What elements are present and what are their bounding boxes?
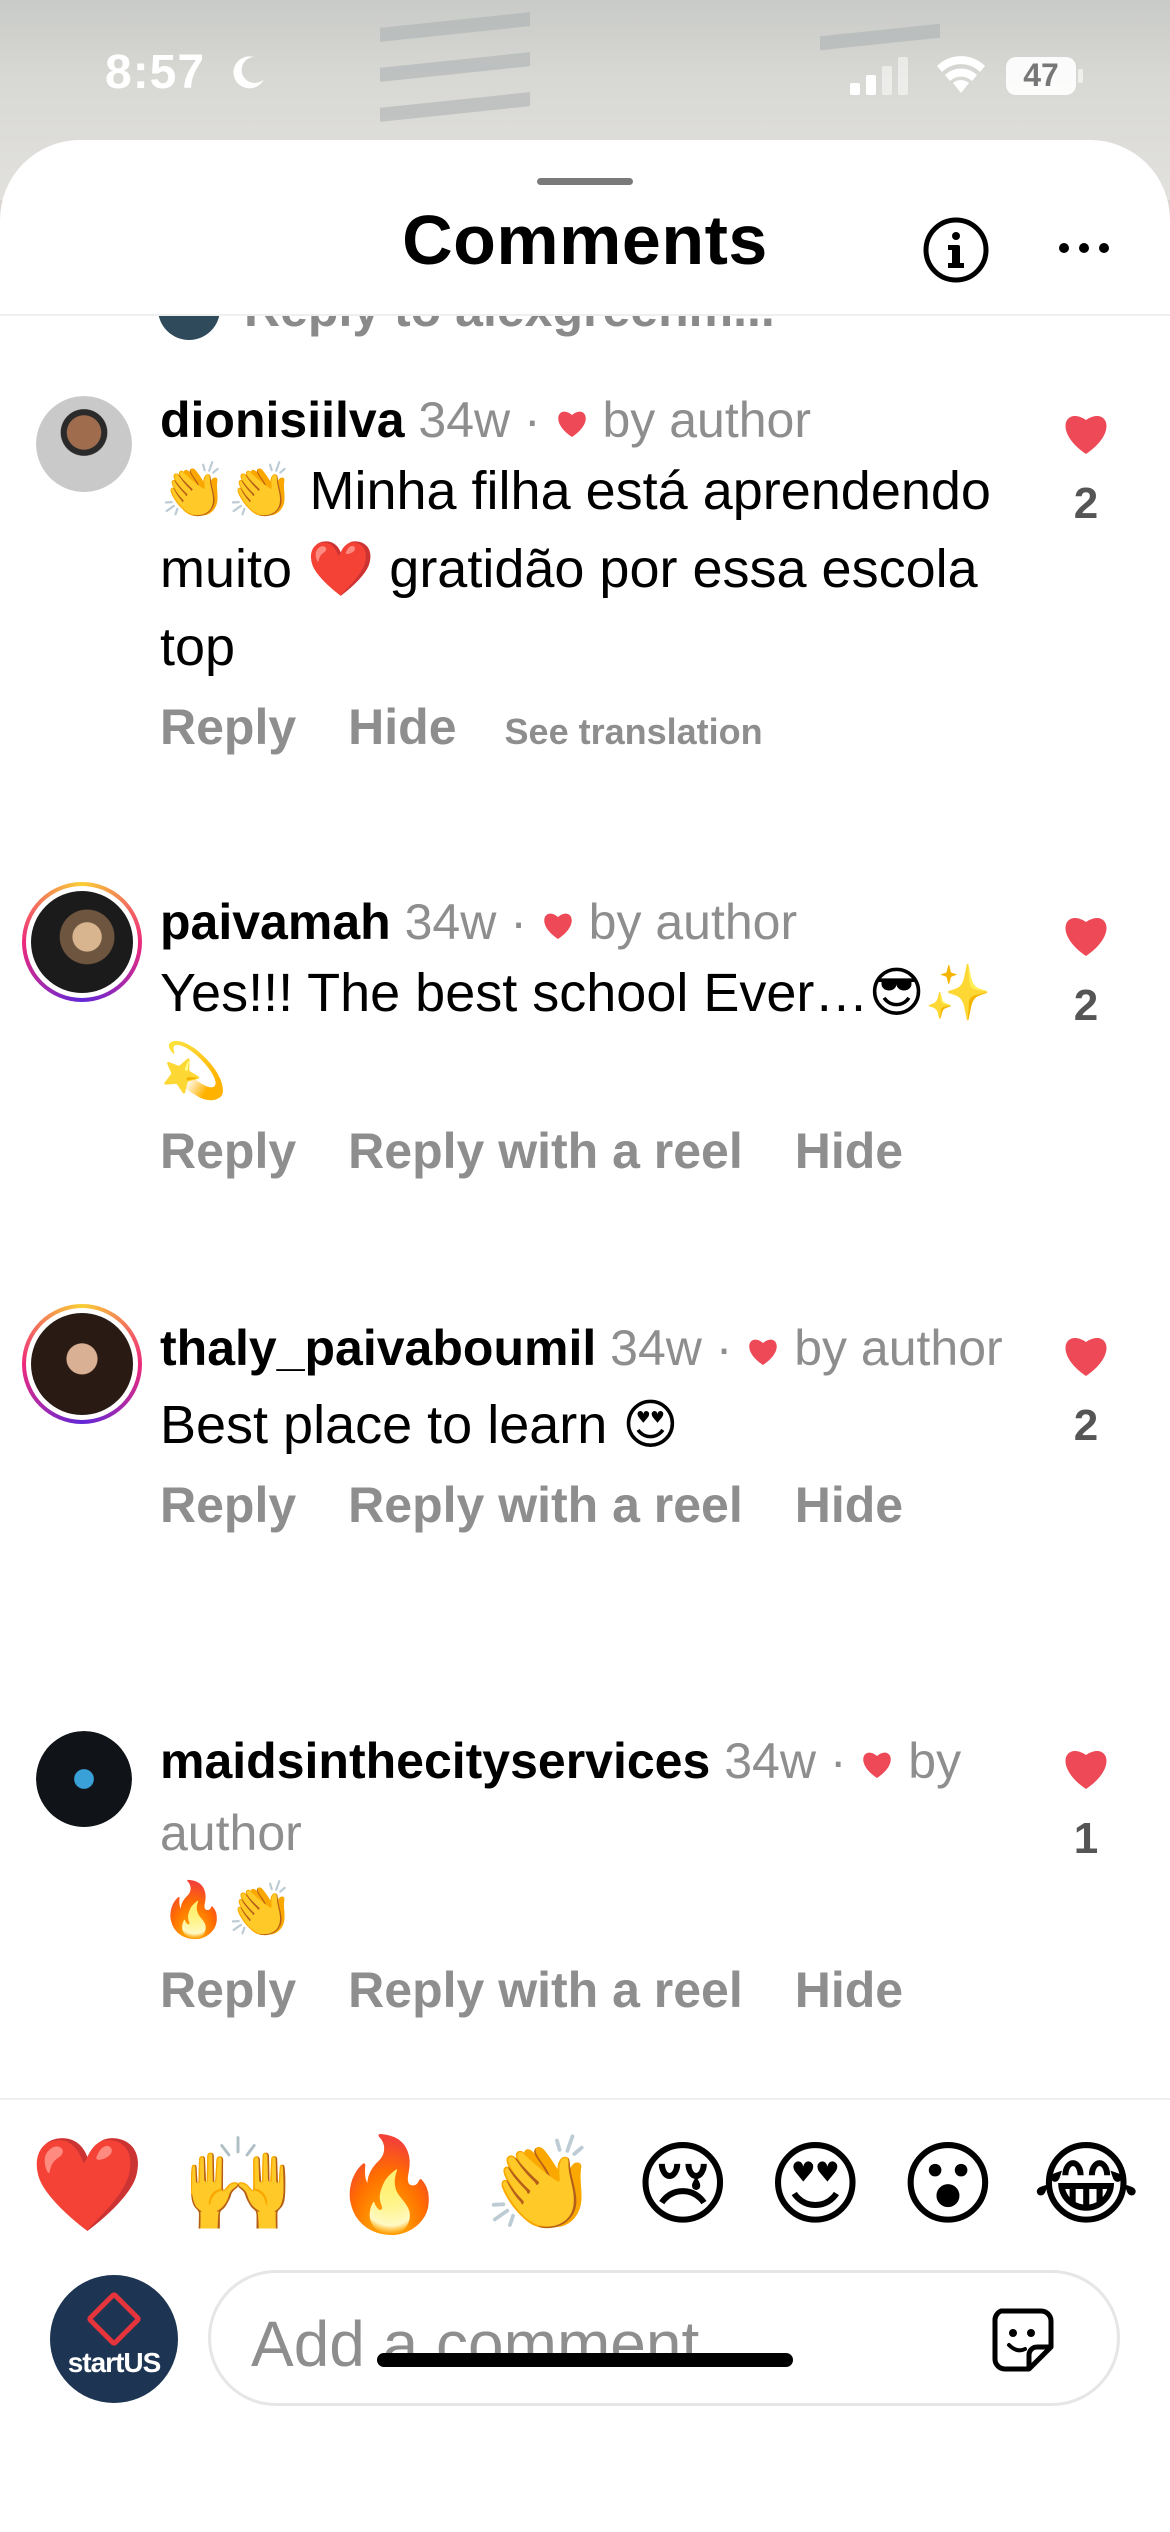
like-button[interactable]: 2 bbox=[1058, 1332, 1114, 1451]
liked-by-author: by author bbox=[794, 1320, 1003, 1376]
sticker-icon[interactable] bbox=[989, 2305, 1059, 2375]
cellular-signal-icon bbox=[850, 57, 908, 95]
battery-percent: 47 bbox=[1023, 57, 1059, 93]
wifi-icon bbox=[937, 56, 985, 93]
heart-filled-icon bbox=[1065, 1751, 1107, 1789]
comment-username[interactable]: dionisiilva bbox=[160, 392, 405, 448]
comment-username[interactable]: maidsinthecityservices bbox=[160, 1733, 710, 1789]
comment-age: 34w bbox=[610, 1320, 702, 1376]
reaction-heart-eyes[interactable]: 😍 bbox=[767, 2125, 863, 2245]
reply-with-reel-button[interactable]: Reply with a reel bbox=[348, 1961, 743, 2019]
avatar[interactable] bbox=[36, 1731, 132, 1827]
battery-indicator: 47 bbox=[1005, 55, 1085, 97]
heart-icon bbox=[543, 913, 572, 939]
reply-prompt[interactable]: Reply to alexgreenm... bbox=[244, 314, 775, 338]
hide-button[interactable]: Hide bbox=[348, 698, 456, 756]
reaction-clap[interactable]: 👏 bbox=[484, 2125, 599, 2245]
comment-input[interactable]: Add a comment… bbox=[208, 2270, 1120, 2406]
heart-filled-icon bbox=[1065, 416, 1107, 454]
like-count: 2 bbox=[1073, 479, 1099, 528]
info-icon[interactable] bbox=[922, 216, 990, 284]
reply-button[interactable]: Reply bbox=[160, 1122, 296, 1180]
comment-text: Yes!!! The best school Ever…😎✨💫 bbox=[160, 963, 992, 1101]
comment-age: 34w bbox=[404, 894, 497, 950]
comment-text: Best place to learn 😍 bbox=[160, 1395, 679, 1455]
like-button[interactable]: 1 bbox=[1058, 1745, 1114, 1864]
reaction-heart[interactable]: ❤️ bbox=[30, 2125, 145, 2245]
heart-filled-icon bbox=[1065, 918, 1107, 956]
hide-button[interactable]: Hide bbox=[795, 1476, 903, 1534]
avatar[interactable] bbox=[36, 396, 132, 492]
home-indicator[interactable] bbox=[377, 2353, 793, 2367]
heart-filled-icon bbox=[1065, 1338, 1107, 1376]
hide-button[interactable]: Hide bbox=[795, 1122, 903, 1180]
status-bar: 8:57 47 bbox=[0, 0, 1170, 140]
reaction-fire[interactable]: 🔥 bbox=[332, 2125, 447, 2245]
avatar bbox=[158, 314, 220, 340]
like-count: 2 bbox=[1073, 1401, 1099, 1450]
header-divider bbox=[0, 314, 1170, 316]
comment-text: 🔥👏 bbox=[160, 1880, 295, 1940]
avatar-logo-text: startUS bbox=[67, 2347, 162, 2378]
liked-by-author: by author bbox=[588, 894, 798, 950]
reaction-laughing[interactable]: 😂 bbox=[1033, 2125, 1141, 2245]
reaction-crying[interactable]: 😢 bbox=[635, 2125, 731, 2245]
heart-icon bbox=[557, 411, 586, 437]
comment-age: 34w bbox=[418, 392, 511, 448]
page-title: Comments bbox=[402, 201, 768, 279]
reaction-surprised[interactable]: 😮 bbox=[900, 2125, 996, 2245]
reply-with-reel-button[interactable]: Reply with a reel bbox=[348, 1476, 743, 1534]
like-button[interactable]: 2 bbox=[1058, 912, 1114, 1031]
comment-text: 👏👏 Minha filha está aprendendo muito ❤️ … bbox=[160, 461, 991, 677]
comments-sheet: Comments Reply to alexgreenm... dionisii… bbox=[0, 140, 1170, 2532]
scrolled-reply-row: Reply to alexgreenm... bbox=[158, 314, 1018, 344]
reply-button[interactable]: Reply bbox=[160, 1961, 296, 2019]
like-count: 1 bbox=[1073, 1814, 1099, 1863]
reply-button[interactable]: Reply bbox=[160, 1476, 296, 1534]
like-count: 2 bbox=[1073, 981, 1099, 1030]
liked-by-author: by author bbox=[602, 392, 811, 448]
composer-divider bbox=[0, 2098, 1170, 2100]
reaction-raised-hands[interactable]: 🙌 bbox=[181, 2125, 296, 2245]
sheet-grabber[interactable] bbox=[537, 178, 633, 185]
see-translation-button[interactable]: See translation bbox=[505, 711, 763, 753]
comment-input-placeholder: Add a comment… bbox=[251, 2308, 764, 2380]
more-options-icon[interactable] bbox=[1056, 236, 1112, 260]
moon-icon bbox=[233, 56, 264, 89]
startus-logo-mark bbox=[85, 2290, 143, 2348]
avatar[interactable] bbox=[22, 882, 142, 1002]
comment-username[interactable]: thaly_paivaboumil bbox=[160, 1320, 596, 1376]
my-avatar[interactable]: startUS bbox=[50, 2275, 178, 2403]
quick-reaction-bar: ❤️ 🙌 🔥 👏 😢 😍 😮 😂 bbox=[30, 2125, 1140, 2245]
status-time: 8:57 bbox=[105, 46, 206, 99]
heart-icon bbox=[749, 1339, 778, 1365]
avatar[interactable] bbox=[22, 1304, 142, 1424]
reply-with-reel-button[interactable]: Reply with a reel bbox=[348, 1122, 743, 1180]
reply-button[interactable]: Reply bbox=[160, 698, 296, 756]
like-button[interactable]: 2 bbox=[1058, 410, 1114, 529]
comment-username[interactable]: paivamah bbox=[160, 894, 391, 950]
heart-icon bbox=[863, 1752, 892, 1778]
hide-button[interactable]: Hide bbox=[795, 1961, 903, 2019]
comment-age: 34w bbox=[724, 1733, 816, 1789]
